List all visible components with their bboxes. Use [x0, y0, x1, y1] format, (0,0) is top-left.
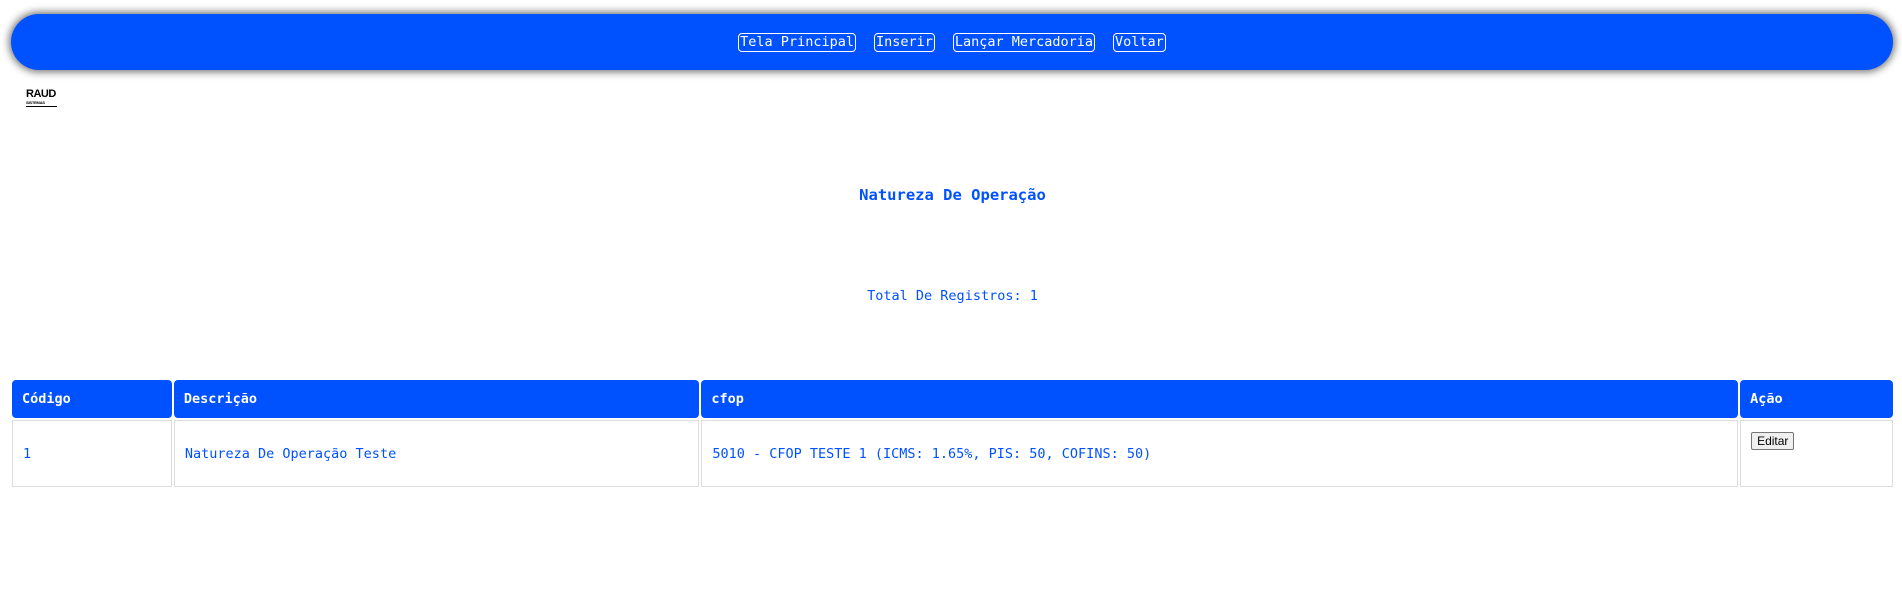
column-header-codigo: Código — [12, 380, 172, 418]
logo-main-text: RAUD — [26, 88, 56, 100]
table-header-row: Código Descrição cfop Ação — [12, 380, 1893, 418]
edit-button[interactable]: Editar — [1751, 432, 1795, 450]
nav-button-inserir[interactable]: Inserir — [873, 32, 935, 52]
column-header-cfop: cfop — [701, 380, 1739, 418]
nav-button-voltar[interactable]: Voltar — [1113, 32, 1166, 52]
total-records: Total De Registros: 1 — [867, 288, 1038, 304]
logo-underline — [26, 106, 57, 107]
logo: RAUD SISTEMAS — [26, 89, 58, 113]
table-row: 1 Natureza De Operação Teste 5010 - CFOP… — [12, 420, 1893, 487]
cell-codigo: 1 — [12, 420, 172, 487]
cell-acao: Editar — [1740, 420, 1893, 487]
column-header-descricao: Descrição — [173, 380, 700, 418]
cell-descricao: Natureza De Operação Teste — [173, 420, 700, 487]
page-title: Natureza De Operação — [859, 186, 1046, 204]
cell-cfop: 5010 - CFOP TESTE 1 (ICMS: 1.65%, PIS: 5… — [701, 420, 1739, 487]
nav-button-lancar-mercadoria[interactable]: Lançar Mercadoria — [952, 32, 1096, 52]
records-table: Código Descrição cfop Ação 1 Natureza De… — [10, 378, 1895, 489]
column-header-acao: Ação — [1740, 380, 1893, 418]
logo-sub-text: SISTEMAS — [26, 100, 45, 105]
nav-button-tela-principal[interactable]: Tela Principal — [738, 32, 856, 52]
top-nav-bar: Tela Principal Inserir Lançar Mercadoria… — [11, 14, 1893, 70]
